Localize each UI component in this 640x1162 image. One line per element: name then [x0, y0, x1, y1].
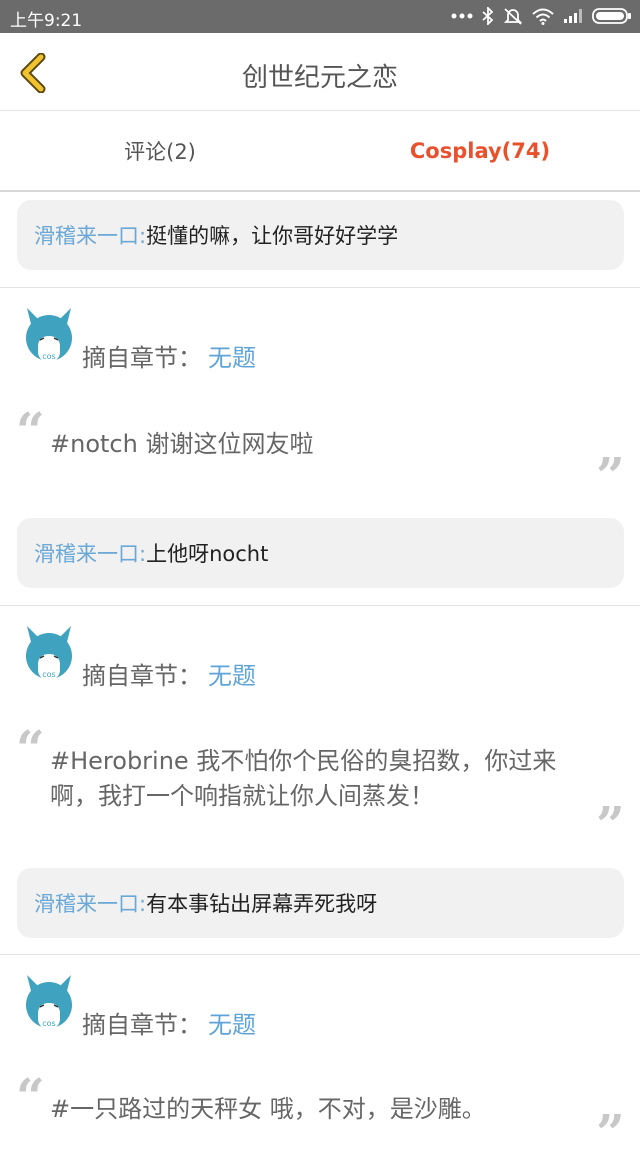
chapter-link[interactable]: 无题 [208, 662, 256, 690]
quote-line: #Herobrine 我不怕你个民俗的臭招数，你过来 [50, 747, 557, 775]
chapter-label: 摘自章节： [82, 662, 202, 690]
close-quote-icon: ” [596, 795, 625, 854]
reply-bubble[interactable]: 滑稽来一口: 有本事钻出屏幕弄死我呀 [17, 868, 624, 938]
bluetooth-icon [482, 7, 494, 25]
svg-text:cos: cos [42, 670, 55, 679]
chapter-info: 摘自章节： 无题 [82, 1005, 256, 1040]
avatar[interactable]: cos [24, 306, 74, 364]
avatar[interactable]: cos [24, 973, 74, 1031]
reply-bubble[interactable]: 滑稽来一口: 上他呀nocht [17, 518, 624, 588]
nav-bar: 创世纪元之恋 [0, 33, 640, 111]
status-icons [451, 6, 632, 26]
reply-text: 上他呀nocht [146, 542, 269, 566]
mute-icon [503, 8, 523, 25]
quote-text: #一只路过的天秤女 哦，不对，是沙雕。 [50, 1092, 580, 1127]
back-button[interactable] [10, 51, 54, 95]
svg-text:cos: cos [42, 352, 55, 361]
reply-text: 挺懂的嘛，让你哥好好学学 [146, 224, 399, 248]
reply-text: 有本事钻出屏幕弄死我呀 [146, 892, 378, 916]
avatar[interactable]: cos [24, 624, 74, 682]
quote-line: 啊，我打一个响指就让你人间蒸发！ [50, 782, 434, 810]
svg-text:cos: cos [42, 1019, 55, 1028]
open-quote-icon: “ [16, 719, 45, 778]
quote-line: #notch 谢谢这位网友啦 [50, 430, 314, 458]
chevron-left-icon [20, 53, 46, 93]
open-quote-icon: “ [16, 1067, 45, 1126]
signal-icon [564, 9, 582, 23]
reply-author[interactable]: 滑稽来一口: [34, 538, 146, 568]
close-quote-icon: ” [596, 446, 625, 505]
chapter-label: 摘自章节： [82, 1011, 202, 1039]
reply-author[interactable]: 滑稽来一口: [34, 220, 146, 250]
more-dots-icon [451, 13, 473, 19]
quote-text: #notch 谢谢这位网友啦 [50, 427, 580, 462]
tab-bar: 评论(2) Cosplay(74) [0, 111, 640, 192]
tab-comments[interactable]: 评论(2) [0, 111, 320, 190]
chapter-link[interactable]: 无题 [208, 1011, 256, 1039]
quote-text: #Herobrine 我不怕你个民俗的臭招数，你过来 啊，我打一个响指就让你人间… [50, 744, 580, 814]
close-quote-icon: ” [596, 1103, 625, 1162]
page-title: 创世纪元之恋 [241, 63, 398, 93]
chapter-info: 摘自章节： 无题 [82, 656, 256, 691]
reply-author[interactable]: 滑稽来一口: [34, 888, 146, 918]
battery-icon [592, 8, 631, 24]
reply-bubble[interactable]: 滑稽来一口: 挺懂的嘛，让你哥好好学学 [17, 200, 624, 270]
quote-line: #一只路过的天秤女 哦，不对，是沙雕。 [50, 1095, 486, 1123]
tab-cosplay[interactable]: Cosplay(74) [320, 111, 640, 190]
divider [0, 287, 640, 288]
status-time: 上午9:21 [10, 11, 83, 31]
status-bar: 上午9:21 [0, 0, 640, 33]
chapter-info: 摘自章节： 无题 [82, 338, 256, 373]
wifi-icon [532, 8, 554, 25]
chapter-label: 摘自章节： [82, 344, 202, 372]
chapter-link[interactable]: 无题 [208, 344, 256, 372]
open-quote-icon: “ [16, 401, 45, 460]
divider [0, 954, 640, 955]
divider [0, 605, 640, 606]
